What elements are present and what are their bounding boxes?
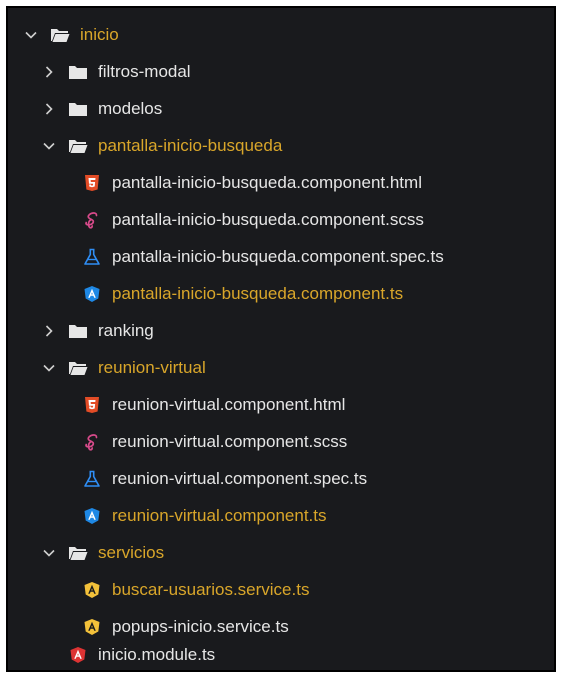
angular-component-icon xyxy=(82,285,102,303)
tree-folder-inicio[interactable]: inicio xyxy=(8,18,554,52)
tree-folder-pantalla-inicio-busqueda[interactable]: pantalla-inicio-busqueda xyxy=(8,129,554,163)
chevron-right-icon[interactable] xyxy=(42,324,56,338)
tree-folder-servicios[interactable]: servicios xyxy=(8,536,554,570)
tree-item-label: reunion-virtual.component.spec.ts xyxy=(112,469,368,488)
folder-open-icon xyxy=(50,26,70,44)
chevron-right-icon[interactable] xyxy=(42,65,56,79)
tree-item-label: pantalla-inicio-busqueda.component.ts xyxy=(112,284,404,303)
chevron-down-icon[interactable] xyxy=(42,361,56,375)
test-flask-icon xyxy=(82,470,102,488)
tree-folder-ranking[interactable]: ranking xyxy=(8,314,554,348)
tree-folder-filtros-modal[interactable]: filtros-modal xyxy=(8,55,554,89)
tree-file-spec[interactable]: reunion-virtual.component.spec.ts xyxy=(8,462,554,496)
tree-item-label: inicio xyxy=(80,25,119,44)
chevron-right-icon[interactable] xyxy=(42,102,56,116)
tree-file-html[interactable]: pantalla-inicio-busqueda.component.html xyxy=(8,166,554,200)
tree-folder-reunion-virtual[interactable]: reunion-virtual xyxy=(8,351,554,385)
tree-item-label: popups-inicio.service.ts xyxy=(112,617,289,636)
tree-item-label: pantalla-inicio-busqueda.component.scss xyxy=(112,210,424,229)
tree-item-label: modelos xyxy=(98,99,163,118)
tree-item-label: buscar-usuarios.service.ts xyxy=(112,580,310,599)
sass-icon xyxy=(82,433,102,451)
tree-file-service[interactable]: buscar-usuarios.service.ts xyxy=(8,573,554,607)
tree-file-scss[interactable]: pantalla-inicio-busqueda.component.scss xyxy=(8,203,554,237)
tree-item-label: filtros-modal xyxy=(98,62,191,81)
angular-service-icon xyxy=(82,581,102,599)
file-explorer: inicio filtros-modal modelos pantalla-in… xyxy=(6,6,556,672)
sass-icon xyxy=(82,211,102,229)
tree-file-scss[interactable]: reunion-virtual.component.scss xyxy=(8,425,554,459)
folder-open-icon xyxy=(68,359,88,377)
html5-icon xyxy=(82,174,102,192)
tree-file-html[interactable]: reunion-virtual.component.html xyxy=(8,388,554,422)
tree-file-component-ts[interactable]: pantalla-inicio-busqueda.component.ts xyxy=(8,277,554,311)
folder-open-icon xyxy=(68,544,88,562)
tree-item-label: inicio.module.ts xyxy=(98,645,216,664)
tree-item-label: pantalla-inicio-busqueda.component.html xyxy=(112,173,422,192)
tree-file-component-ts[interactable]: reunion-virtual.component.ts xyxy=(8,499,554,533)
chevron-down-icon[interactable] xyxy=(42,139,56,153)
html5-icon xyxy=(82,396,102,414)
tree-item-label: reunion-virtual.component.html xyxy=(112,395,346,414)
chevron-down-icon[interactable] xyxy=(24,28,38,42)
tree-item-label: reunion-virtual.component.scss xyxy=(112,432,348,451)
folder-icon xyxy=(68,100,88,118)
folder-icon xyxy=(68,322,88,340)
test-flask-icon xyxy=(82,248,102,266)
tree-item-label: reunion-virtual.component.ts xyxy=(112,506,327,525)
tree-item-label: pantalla-inicio-busqueda xyxy=(98,136,283,155)
angular-component-icon xyxy=(82,507,102,525)
chevron-down-icon[interactable] xyxy=(42,546,56,560)
folder-icon xyxy=(68,63,88,81)
tree-item-label: reunion-virtual xyxy=(98,358,206,377)
tree-item-label: pantalla-inicio-busqueda.component.spec.… xyxy=(112,247,444,266)
tree-item-label: servicios xyxy=(98,543,165,562)
tree-file-module[interactable]: inicio.module.ts xyxy=(8,638,554,672)
angular-service-icon xyxy=(82,618,102,636)
tree-folder-modelos[interactable]: modelos xyxy=(8,92,554,126)
tree-file-spec[interactable]: pantalla-inicio-busqueda.component.spec.… xyxy=(8,240,554,274)
folder-open-icon xyxy=(68,137,88,155)
angular-module-icon xyxy=(68,646,88,664)
tree-item-label: ranking xyxy=(98,321,154,340)
